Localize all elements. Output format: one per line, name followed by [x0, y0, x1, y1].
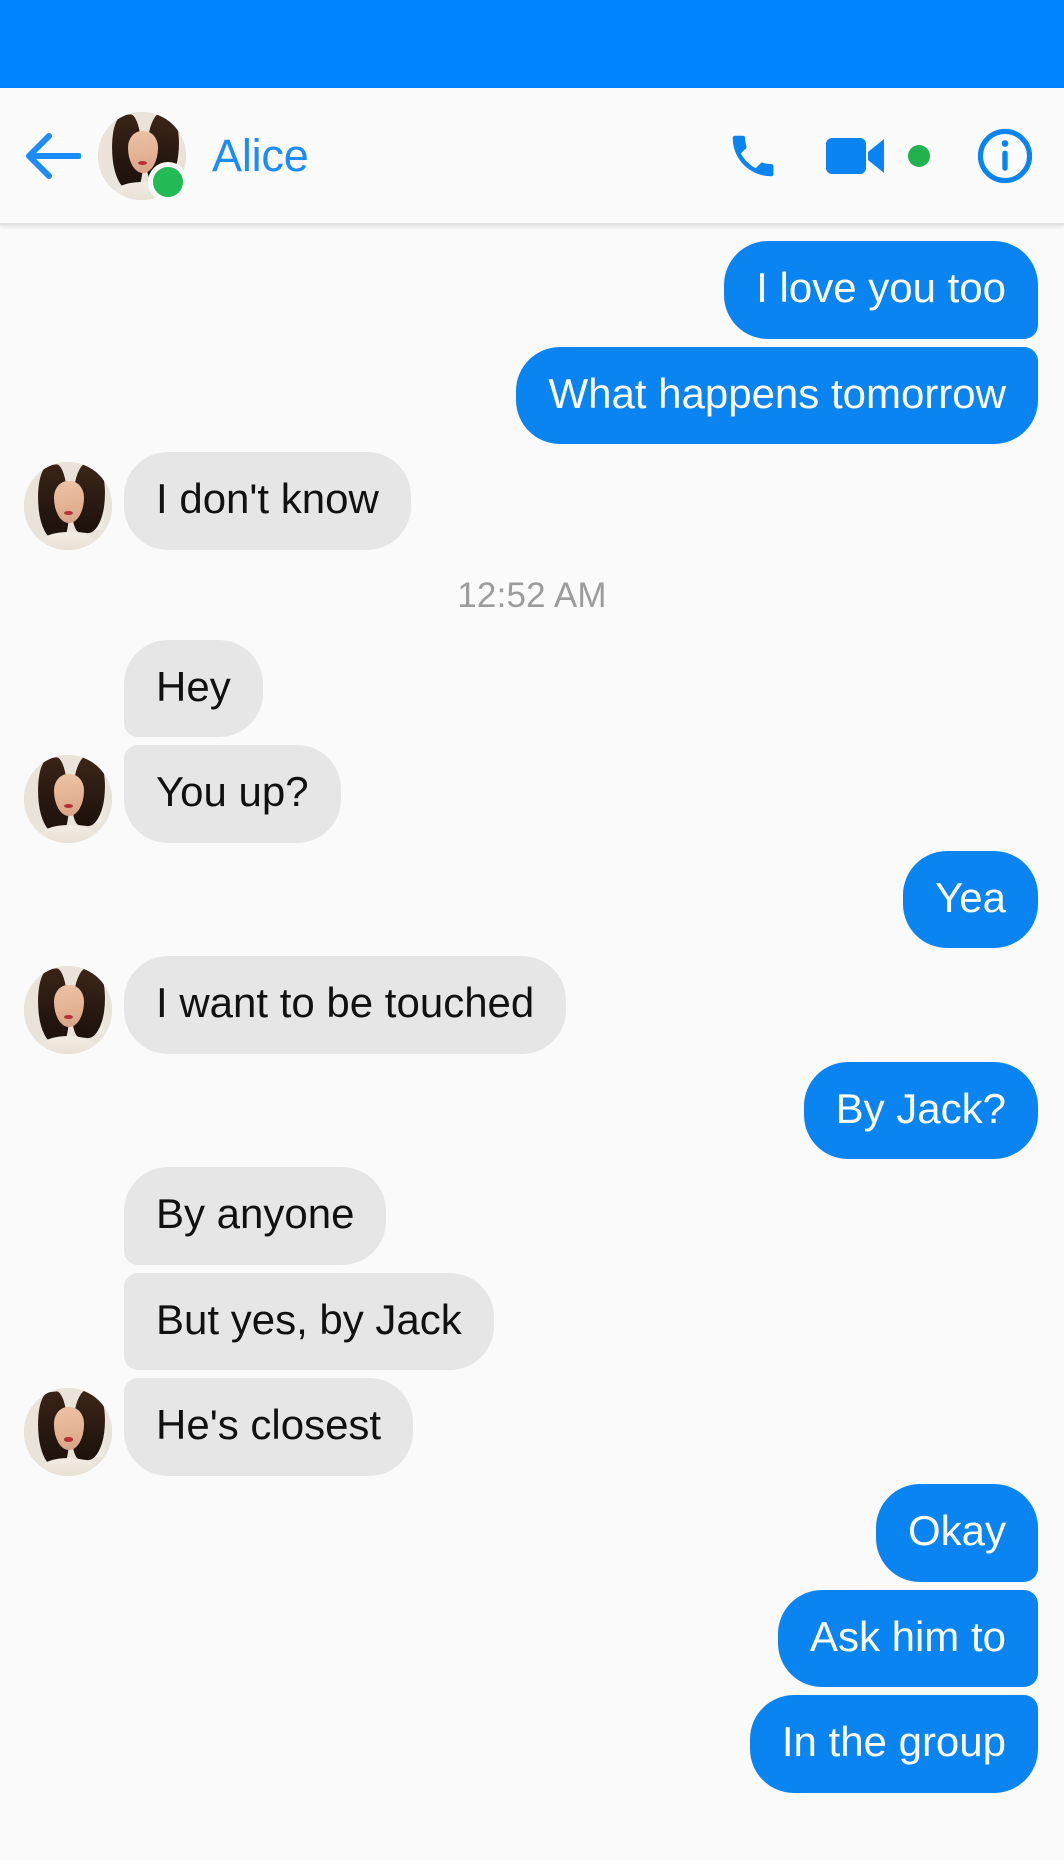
- message-row: What happens tomorrow: [0, 346, 1064, 445]
- avatar-spacer: [24, 1177, 112, 1265]
- avatar-lips: [63, 1437, 74, 1442]
- message-sender-avatar[interactable]: [24, 754, 112, 843]
- outgoing-message-bubble[interactable]: What happens tomorrow: [516, 346, 1038, 445]
- message-row: Okay: [0, 1484, 1064, 1582]
- outgoing-message-bubble[interactable]: Yea: [903, 850, 1038, 949]
- avatar-image[interactable]: [24, 754, 112, 843]
- message-timestamp: 12:52 AM: [457, 575, 607, 615]
- message-row: By Jack?: [0, 1061, 1064, 1160]
- avatar-image[interactable]: [24, 1388, 112, 1477]
- incoming-message-bubble[interactable]: He's closest: [124, 1378, 414, 1477]
- phone-icon: [726, 129, 780, 183]
- message-row: Hey: [0, 639, 1064, 738]
- message-row: By anyone: [0, 1167, 1064, 1265]
- avatar-spacer: [24, 649, 112, 737]
- video-call-button[interactable]: [826, 134, 886, 178]
- video-camera-icon: [826, 134, 886, 178]
- outgoing-message-bubble[interactable]: By Jack?: [803, 1061, 1038, 1160]
- outgoing-message-bubble[interactable]: Ask him to: [777, 1589, 1038, 1688]
- avatar-image[interactable]: [24, 965, 112, 1054]
- chat-header: Alice: [0, 88, 1064, 225]
- message-sender-avatar[interactable]: [24, 461, 112, 550]
- info-circle-icon: [976, 127, 1034, 185]
- message-row: I don't know: [0, 452, 1064, 550]
- video-available-indicator: [908, 144, 930, 167]
- contact-name[interactable]: Alice: [212, 130, 309, 182]
- messenger-conversation-screen: Alice I love you too What happens tomorr…: [0, 0, 1064, 1860]
- status-bar: [0, 0, 1064, 88]
- avatar-shoulders: [39, 1458, 97, 1477]
- message-row: You up?: [0, 745, 1064, 843]
- message-row: Yea: [0, 850, 1064, 949]
- avatar-spacer: [24, 1282, 112, 1370]
- contact-avatar[interactable]: [98, 111, 188, 202]
- outgoing-message-bubble[interactable]: I love you too: [724, 241, 1038, 339]
- back-button[interactable]: [22, 125, 84, 187]
- avatar-shoulders: [39, 532, 97, 550]
- avatar-shoulders: [39, 825, 97, 843]
- message-row: I love you too: [0, 241, 1064, 339]
- incoming-message-bubble[interactable]: But yes, by Jack: [124, 1272, 494, 1371]
- voice-call-button[interactable]: [726, 129, 780, 183]
- message-sender-avatar[interactable]: [24, 1388, 112, 1477]
- online-status-dot: [148, 161, 188, 202]
- message-row: But yes, by Jack: [0, 1272, 1064, 1371]
- back-arrow-icon: [25, 132, 81, 179]
- message-sender-avatar[interactable]: [24, 965, 112, 1054]
- avatar-shoulders: [39, 1036, 97, 1054]
- incoming-message-bubble[interactable]: I don't know: [124, 452, 411, 550]
- message-row: In the group: [0, 1695, 1064, 1793]
- message-row: He's closest: [0, 1378, 1064, 1477]
- outgoing-message-bubble[interactable]: In the group: [749, 1695, 1038, 1793]
- outgoing-message-bubble[interactable]: Okay: [875, 1484, 1038, 1582]
- message-list[interactable]: I love you too What happens tomorrow I don…: [0, 225, 1064, 1860]
- message-row: I want to be touched: [0, 956, 1064, 1054]
- avatar-image[interactable]: [24, 461, 112, 550]
- conversation-info-button[interactable]: [976, 127, 1034, 185]
- incoming-message-bubble[interactable]: I want to be touched: [124, 956, 567, 1054]
- header-actions: [726, 127, 1034, 185]
- incoming-message-bubble[interactable]: You up?: [124, 745, 341, 843]
- incoming-message-bubble[interactable]: By anyone: [124, 1167, 387, 1265]
- incoming-message-bubble[interactable]: Hey: [124, 639, 263, 738]
- message-row: Ask him to: [0, 1589, 1064, 1688]
